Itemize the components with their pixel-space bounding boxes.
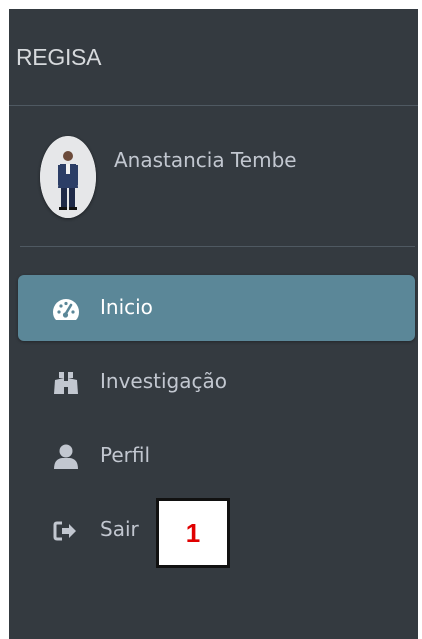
nav-label-sair: Sair — [100, 517, 139, 541]
brand-link[interactable]: REGISA — [9, 9, 418, 106]
annotation-marker: 1 — [156, 498, 230, 568]
tachometer-icon — [51, 296, 81, 322]
brand-title: REGISA — [16, 44, 102, 70]
sign-out-icon — [51, 518, 81, 544]
binoculars-icon — [51, 370, 81, 396]
nav-label-investigacao: Investigação — [100, 369, 227, 393]
user-icon — [51, 444, 81, 470]
user-panel: Anastancia Tembe — [20, 106, 415, 247]
user-name[interactable]: Anastancia Tembe — [114, 148, 297, 172]
nav-item-inicio[interactable]: Inicio — [18, 275, 415, 341]
avatar[interactable] — [40, 136, 96, 218]
nav-label-inicio: Inicio — [100, 295, 153, 319]
nav-item-investigacao[interactable]: Investigação — [18, 349, 415, 415]
nav-item-perfil[interactable]: Perfil — [18, 423, 415, 489]
nav-label-perfil: Perfil — [100, 443, 151, 467]
